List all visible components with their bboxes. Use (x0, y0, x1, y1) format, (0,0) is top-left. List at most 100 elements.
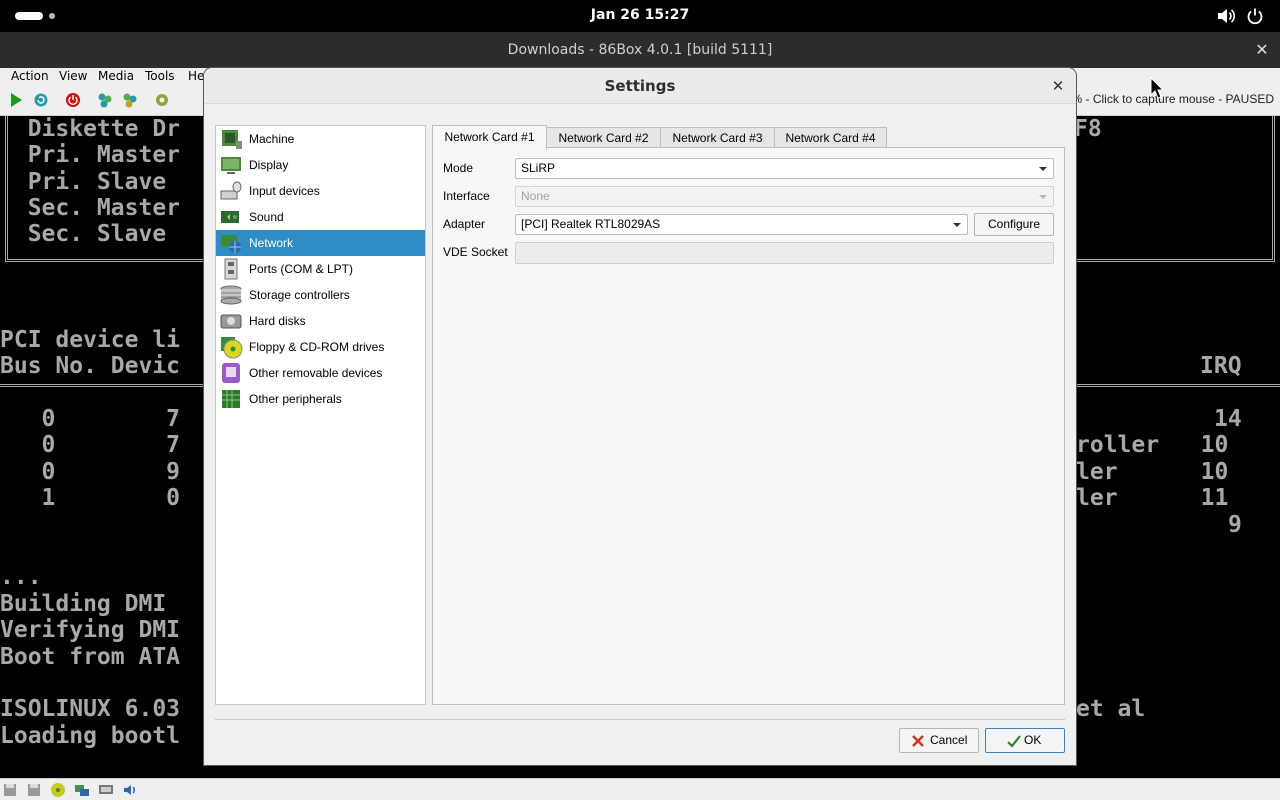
cancel-label: Cancel (930, 733, 968, 747)
status-bar (0, 778, 1280, 800)
sound-icon (221, 211, 239, 223)
chevron-down-icon (1039, 167, 1047, 171)
display-icon[interactable] (98, 782, 114, 798)
mode-select[interactable]: SLiRP (515, 158, 1054, 179)
category-sound[interactable]: Sound (216, 204, 425, 230)
category-label: Display (249, 158, 289, 172)
settings-icon[interactable] (154, 92, 170, 108)
screen-line: PCI device li (0, 327, 181, 353)
floppy-icon[interactable] (2, 782, 18, 798)
category-machine[interactable]: Machine (216, 126, 425, 152)
screen-line: Diskette Dr (0, 116, 181, 142)
adapter-select[interactable]: [PCI] Realtek RTL8029AS (515, 214, 968, 235)
play-icon[interactable] (8, 92, 24, 108)
category-storage-controllers[interactable]: Storage controllers (216, 282, 425, 308)
menu-media[interactable]: Media (98, 68, 134, 84)
screen-line: IRQ (1200, 353, 1242, 379)
screen-line: Boot from ATA (0, 644, 181, 670)
floppy-cdrom-icon (221, 337, 243, 359)
cdrom-icon[interactable] (50, 782, 66, 798)
menu-action[interactable]: Action (11, 68, 49, 84)
ok-button[interactable]: OK (985, 728, 1065, 753)
reset-icon[interactable] (33, 92, 49, 108)
tab-network-card-2[interactable]: Network Card #2 (546, 127, 661, 149)
adapter-label: Adapter (443, 217, 486, 231)
screen-line: Sec. Master (0, 195, 181, 221)
screen-line: ISOLINUX 6.03 (0, 696, 181, 722)
screen-line: 0 7 (0, 406, 181, 432)
category-label: Network (249, 236, 294, 250)
interface-select: None (515, 186, 1054, 207)
screen-line: Verifying DMI (0, 617, 181, 643)
category-network[interactable]: Network (216, 230, 425, 256)
screen-line: 0 9 (0, 459, 181, 485)
input-devices-icon (220, 181, 242, 200)
category-other-removable[interactable]: Other removable devices (216, 360, 425, 386)
mode-value: SLiRP (521, 161, 556, 175)
screen-line: Pri. Master (0, 142, 181, 168)
peripherals-icon (222, 390, 240, 408)
screen-line: Loading bootl (0, 723, 181, 749)
screen-line: 9 (1228, 512, 1242, 538)
screen-line: Pri. Slave (0, 169, 181, 195)
cancel-button[interactable]: Cancel (899, 728, 979, 753)
configure-button[interactable]: Configure (974, 213, 1054, 236)
category-hard-disks[interactable]: Hard disks (216, 308, 425, 334)
ctrl-alt-esc-icon[interactable] (122, 92, 138, 108)
category-label: Floppy & CD-ROM drives (249, 340, 385, 354)
mode-label: Mode (443, 161, 474, 175)
removable-icon (222, 363, 240, 383)
screen-line: Bus No. Devic (0, 353, 181, 379)
screen-line: F8 (1074, 116, 1102, 142)
category-other-peripherals[interactable]: Other peripherals (216, 386, 425, 412)
power-icon[interactable] (1246, 7, 1264, 25)
floppy-2-icon[interactable] (26, 782, 42, 798)
window-close-icon[interactable]: ✕ (1252, 40, 1272, 60)
screen-line: Building DMI (0, 591, 181, 617)
machine-icon (222, 130, 242, 149)
display-icon (221, 157, 241, 174)
category-list: Machine Display Input devices Sound Netw… (215, 125, 426, 705)
category-input-devices[interactable]: Input devices (216, 178, 425, 204)
tab-network-card-1[interactable]: Network Card #1 (432, 125, 547, 149)
storage-icon (220, 285, 242, 305)
close-icon[interactable]: ✕ (1048, 76, 1068, 96)
power-off-icon[interactable] (65, 92, 81, 108)
settings-dialog: Settings ✕ Machine Display Input devices… (204, 68, 1076, 765)
sound-icon[interactable] (122, 782, 138, 798)
screen-line: et al (1076, 696, 1146, 722)
chevron-down-icon (953, 223, 961, 227)
interface-label: Interface (443, 189, 490, 203)
menu-view[interactable]: View (59, 68, 87, 84)
screen-line: Sec. Slave (0, 221, 181, 247)
status-message[interactable]: % - Click to capture mouse - PAUSED (1071, 92, 1274, 106)
vde-socket-label: VDE Socket (443, 245, 508, 259)
category-floppy-cdrom[interactable]: Floppy & CD-ROM drives (216, 334, 425, 360)
screen-line: 0 7 (0, 432, 181, 458)
menu-tools[interactable]: Tools (145, 68, 175, 84)
hard-disk-icon (220, 314, 242, 329)
menu-help[interactable]: He (188, 68, 204, 84)
screen-line: roller 10 (1076, 432, 1229, 458)
ports-icon (224, 258, 238, 280)
category-label: Storage controllers (249, 288, 350, 302)
cancel-icon (912, 735, 924, 747)
interface-value: None (521, 189, 550, 203)
category-label: Other peripherals (249, 392, 342, 406)
category-display[interactable]: Display (216, 152, 425, 178)
ok-icon (1007, 735, 1021, 748)
tab-network-card-3[interactable]: Network Card #3 (660, 127, 775, 149)
network-icon[interactable] (74, 782, 90, 798)
chevron-down-icon (1039, 195, 1047, 199)
clock[interactable]: Jan 26 15:27 (0, 7, 1280, 23)
vde-socket-input[interactable] (515, 242, 1054, 264)
category-ports[interactable]: Ports (COM & LPT) (216, 256, 425, 282)
category-label: Machine (249, 132, 295, 146)
tab-network-card-4[interactable]: Network Card #4 (774, 127, 887, 149)
screen-line: ler 10 (1076, 459, 1229, 485)
ok-label: OK (1024, 733, 1042, 747)
category-label: Sound (249, 210, 284, 224)
network-card-tabs: Network Card #1 Network Card #2 Network … (432, 125, 1064, 149)
ctrl-alt-del-icon[interactable] (97, 92, 113, 108)
volume-icon[interactable] (1216, 7, 1236, 25)
